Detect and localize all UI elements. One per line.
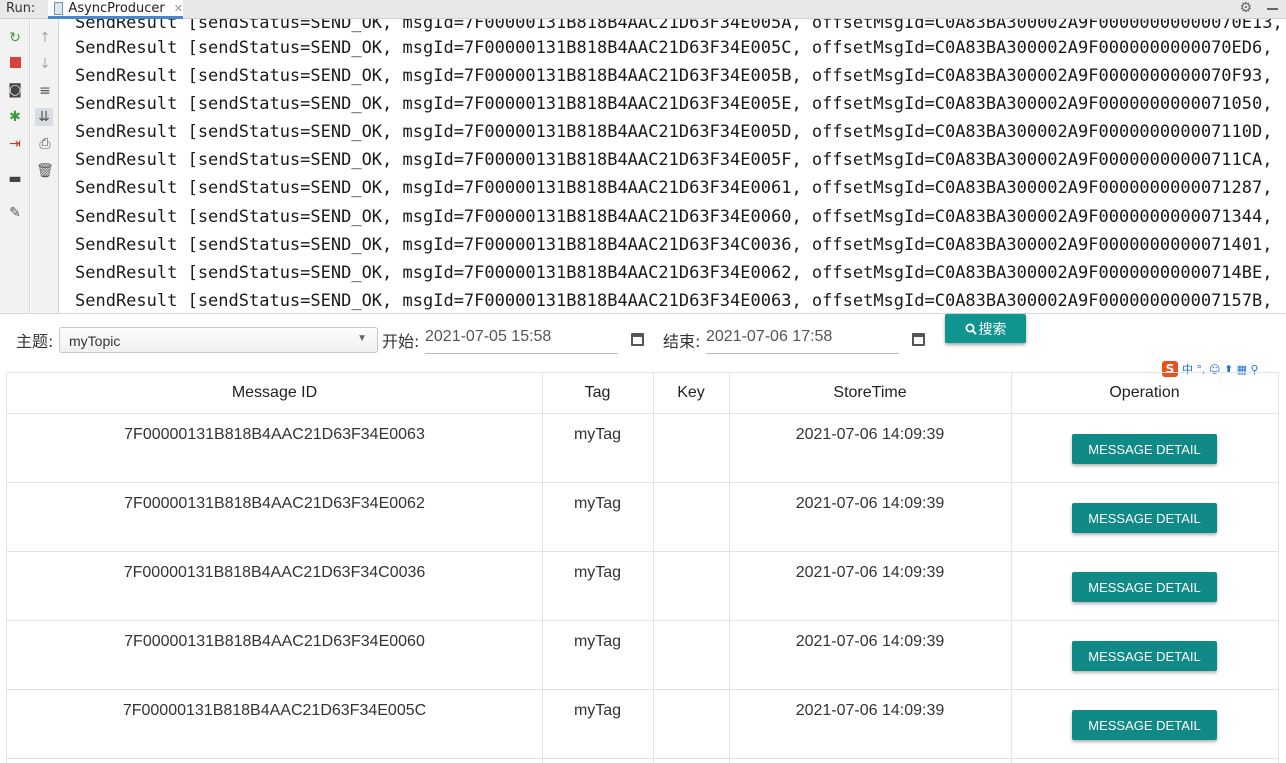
topic-select[interactable]: myTopic ▼ <box>59 327 378 353</box>
console-line: SendResult [sendStatus=SEND_OK, msgId=7F… <box>75 291 1273 311</box>
message-detail-button[interactable]: MESSAGE DETAIL <box>1072 434 1217 464</box>
exit-icon[interactable]: ⇥ <box>6 135 24 153</box>
tab-async-producer[interactable]: AsyncProducer ✕ <box>48 0 183 19</box>
search-icon <box>965 323 977 335</box>
pin-icon[interactable]: ✎ <box>6 204 24 222</box>
message-detail-button[interactable]: MESSAGE DETAIL <box>1072 503 1217 533</box>
header-key: Key <box>653 373 729 414</box>
console-line: SendResult [sendStatus=SEND_OK, msgId=7F… <box>75 263 1273 283</box>
application-icon <box>54 1 64 15</box>
stop-icon[interactable] <box>6 55 24 73</box>
start-date-input[interactable]: 2021-07-05 15:58 <box>425 326 618 354</box>
message-id-cell: 7F00000131B818B4AAC21D63F34E0060 <box>124 633 425 650</box>
calendar-icon[interactable] <box>631 333 644 346</box>
layout-icon[interactable]: ▬ <box>6 170 24 188</box>
start-label: 开始: <box>382 332 420 351</box>
gear-icon[interactable]: ⚙ <box>1239 0 1252 16</box>
console-output[interactable]: SendResult [sendStatus=SEND_OK, msgId=7F… <box>60 19 1286 313</box>
close-icon[interactable]: ✕ <box>174 2 183 15</box>
rerun-icon[interactable]: ↻ <box>6 29 24 47</box>
chevron-down-icon: ▼ <box>357 333 367 344</box>
console-line: SendResult [sendStatus=SEND_OK, msgId=7F… <box>75 207 1273 227</box>
header-store-time: StoreTime <box>729 373 1011 414</box>
end-date-input[interactable]: 2021-07-06 17:58 <box>706 326 899 354</box>
debug-icon[interactable]: ✱ <box>6 108 24 126</box>
message-id-cell: 7F00000131B818B4AAC21D63F34C0036 <box>123 564 426 581</box>
header-message-id: Message ID <box>7 373 542 414</box>
up-arrow-icon[interactable]: ↑ <box>36 29 54 47</box>
message-id-cell: 7F00000131B818B4AAC21D63F34E0062 <box>124 495 425 512</box>
run-tool-window-header: Run: AsyncProducer ✕ ⚙ <box>0 0 1286 19</box>
tag-cell: myTag <box>573 426 622 443</box>
search-button[interactable]: 搜索 <box>945 314 1026 343</box>
run-label: Run: <box>6 1 36 16</box>
trash-icon[interactable]: 🗑 <box>36 162 54 180</box>
run-tab-title: AsyncProducer <box>68 0 165 16</box>
console-line: SendResult [sendStatus=SEND_OK, msgId=7F… <box>75 150 1273 170</box>
console-line: SendResult [sendStatus=SEND_OK, msgId=7F… <box>75 66 1273 86</box>
store-time-cell: 2021-07-06 14:09:39 <box>795 426 945 443</box>
minimize-icon[interactable] <box>1267 8 1278 10</box>
table-row: 7F00000131B818B4AAC21D63F34E0062 myTag 2… <box>7 483 1278 552</box>
calendar-icon[interactable] <box>912 333 925 346</box>
camera-icon[interactable]: ◙ <box>6 81 24 99</box>
message-query-panel: 主题: myTopic ▼ 开始: 2021-07-05 15:58 结束: 2… <box>0 313 1286 763</box>
search-label: 搜索 <box>978 321 1007 338</box>
console-line: SendResult [sendStatus=SEND_OK, msgId=7F… <box>75 178 1273 198</box>
table-row: 7F00000131B818B4AAC21D63F34E005C myTag 2… <box>7 690 1278 759</box>
message-detail-button[interactable]: MESSAGE DETAIL <box>1072 572 1217 602</box>
print-icon[interactable]: ⎙ <box>36 135 54 153</box>
table-row: 7F00000131B818B4AAC21D63F34C0036 myTag 2… <box>7 552 1278 621</box>
topic-label: 主题: <box>16 332 54 351</box>
tag-cell: myTag <box>573 495 622 512</box>
end-label: 结束: <box>663 332 701 351</box>
store-time-cell: 2021-07-06 14:09:39 <box>795 633 945 650</box>
table-row: 7F00000131B818B4AAC21D63F34E0063 myTag 2… <box>7 414 1278 483</box>
message-id-cell: 7F00000131B818B4AAC21D63F34E005C <box>122 702 427 719</box>
header-operation: Operation <box>1011 373 1278 414</box>
end-date-value: 2021-07-06 17:58 <box>706 328 833 345</box>
topic-select-value: myTopic <box>69 333 121 349</box>
console-line: SendResult [sendStatus=SEND_OK, msgId=7F… <box>75 122 1273 142</box>
message-detail-button[interactable]: MESSAGE DETAIL <box>1072 710 1217 740</box>
message-detail-button[interactable]: MESSAGE DETAIL <box>1072 641 1217 671</box>
down-arrow-icon[interactable]: ↓ <box>36 55 54 73</box>
run-toolbar-secondary: ↑ ↓ ≡ ⇊ ⎙ 🗑 <box>31 19 59 313</box>
tag-cell: myTag <box>573 564 622 581</box>
start-date-value: 2021-07-05 15:58 <box>425 328 552 345</box>
run-toolbar-primary: ↻ ◙ ✱ ⇥ ▬ ✎ <box>0 19 30 313</box>
console-line: SendResult [sendStatus=SEND_OK, msgId=7F… <box>75 38 1273 58</box>
scroll-to-end-icon[interactable]: ⇊ <box>35 108 53 126</box>
message-id-cell: 7F00000131B818B4AAC21D63F34E0063 <box>124 426 425 443</box>
header-tag: Tag <box>542 373 653 414</box>
tag-cell: myTag <box>573 633 622 650</box>
store-time-cell: 2021-07-06 14:09:39 <box>795 702 945 719</box>
store-time-cell: 2021-07-06 14:09:39 <box>795 495 945 512</box>
soft-wrap-icon[interactable]: ≡ <box>36 82 54 100</box>
console-line: SendResult [sendStatus=SEND_OK, msgId=7F… <box>75 235 1273 255</box>
console-line: SendResult [sendStatus=SEND_OK, msgId=7F… <box>75 94 1273 114</box>
message-table: Message ID Tag Key StoreTime Operation 7… <box>6 372 1279 763</box>
console-line: SendResult [sendStatus=SEND_OK, msgId=7F… <box>75 19 1283 33</box>
store-time-cell: 2021-07-06 14:09:39 <box>795 564 945 581</box>
table-row: 7F00000131B818B4AAC21D63F34E0060 myTag 2… <box>7 621 1278 690</box>
tag-cell: myTag <box>573 702 622 719</box>
